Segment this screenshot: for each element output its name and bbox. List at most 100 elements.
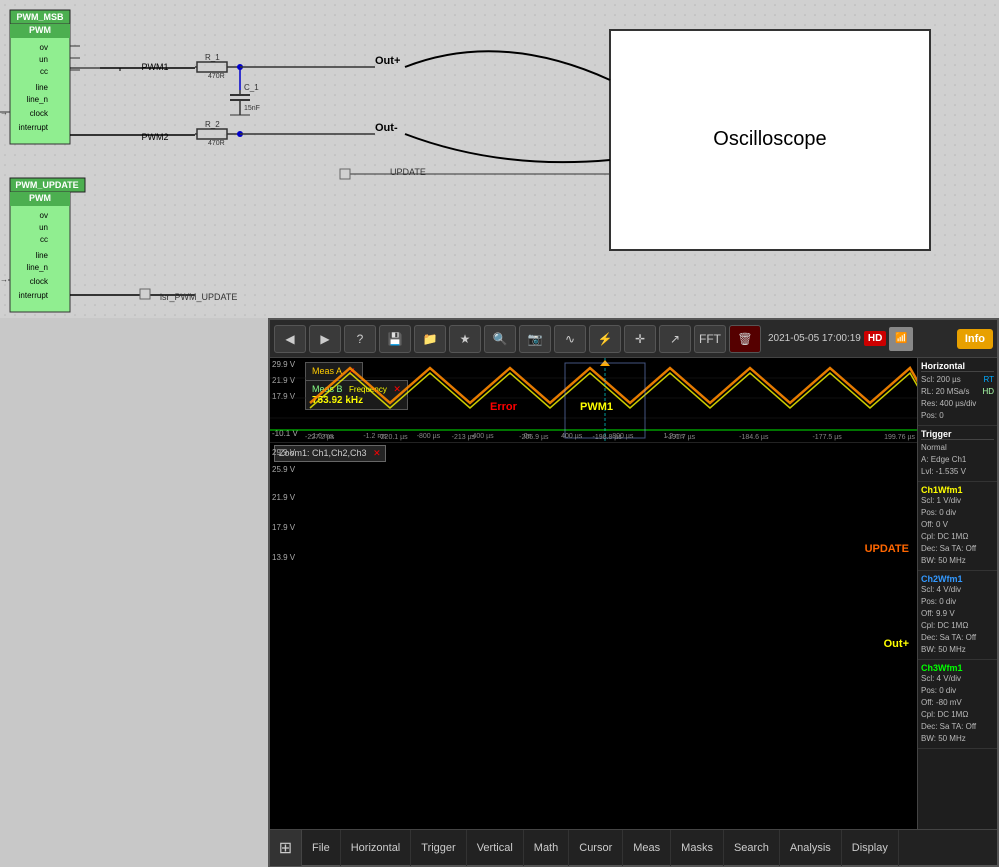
svg-text:cc: cc — [40, 67, 48, 76]
ch1-dec: Dec: Sa TA: Off — [921, 543, 994, 555]
svg-text:Out+: Out+ — [375, 55, 400, 67]
error-label: Error — [490, 401, 517, 413]
oscilloscope-panel: ◀ ▶ ? 💾 📁 ★ 🔍 📷 ∿ ⚡ ✛ ↗ FFT 🗑 2021-05-05… — [268, 318, 999, 867]
arrow-button[interactable]: ↗ — [659, 325, 691, 353]
v-label-3: 21.9 V — [272, 493, 295, 502]
svg-text:PWM_MSB: PWM_MSB — [17, 12, 65, 22]
back-button[interactable]: ◀ — [274, 325, 306, 353]
ch2-bw: BW: 50 MHz — [921, 644, 994, 656]
menu-trigger[interactable]: Trigger — [411, 830, 466, 866]
ch1-cpl: Cpl: DC 1MΩ — [921, 531, 994, 543]
svg-text:PWM: PWM — [29, 193, 51, 203]
svg-text:PWM_UPDATE: PWM_UPDATE — [15, 180, 78, 190]
cursor-button[interactable]: ✛ — [624, 325, 656, 353]
svg-text:PWM: PWM — [29, 25, 51, 35]
svg-text:un: un — [39, 223, 48, 232]
h-rl-row: RL: 20 MSa/s HD — [921, 386, 994, 398]
osc-toolbar: ◀ ▶ ? 💾 📁 ★ 🔍 📷 ∿ ⚡ ✛ ↗ FFT 🗑 2021-05-05… — [270, 320, 997, 358]
svg-text:PWM1: PWM1 — [142, 62, 169, 72]
svg-text:Oscilloscope: Oscilloscope — [713, 128, 826, 150]
ch3wfm-panel: Ch3Wfm1 Scl: 4 V/div Pos: 0 div Off: -80… — [918, 660, 997, 749]
menu-meas[interactable]: Meas — [623, 830, 671, 866]
folder-button[interactable]: 📁 — [414, 325, 446, 353]
delete-button[interactable]: 🗑 — [729, 325, 761, 353]
menu-math[interactable]: Math — [524, 830, 569, 866]
ch3-cpl: Cpl: DC 1MΩ — [921, 709, 994, 721]
ch1-pos: Pos: 0 div — [921, 507, 994, 519]
trigger-button[interactable]: ⚡ — [589, 325, 621, 353]
star-button[interactable]: ★ — [449, 325, 481, 353]
svg-text:isr_PWM_UPDATE: isr_PWM_UPDATE — [160, 292, 237, 302]
time-labels-bottom: -227.2 µs-220.1 µs-213 µs-205.9 µs-198.8… — [305, 434, 842, 441]
svg-text:R_1: R_1 — [205, 53, 220, 62]
ch3-pos: Pos: 0 div — [921, 685, 994, 697]
svg-text:interrupt: interrupt — [19, 291, 49, 300]
ch2wfm-panel: Ch2Wfm1 Scl: 4 V/div Pos: 0 div Off: 9.9… — [918, 571, 997, 660]
trig-level-row: Lvl: -1.535 V — [921, 466, 994, 478]
datetime-display: 2021-05-05 17:00:19 — [768, 333, 861, 345]
menu-vertical[interactable]: Vertical — [467, 830, 524, 866]
svg-text:Out-: Out- — [375, 122, 398, 134]
menu-search[interactable]: Search — [724, 830, 780, 866]
wave-button[interactable]: ∿ — [554, 325, 586, 353]
ch2-pos: Pos: 0 div — [921, 596, 994, 608]
menu-analysis[interactable]: Analysis — [780, 830, 842, 866]
osc-right-panel: Horizontal Scl: 200 µs RT RL: 20 MSa/s H… — [917, 358, 997, 829]
out-plus-label: Out+ — [884, 638, 909, 650]
signal-icon: 📶 — [889, 327, 913, 351]
schematic-area: PWM_MSB PWM ov un cc line line_n clock i… — [0, 0, 999, 318]
ch1-bw: BW: 50 MHz — [921, 555, 994, 567]
hd-badge: HD — [864, 331, 886, 346]
v-label-2: 25.9 V — [272, 465, 295, 474]
bottom-timestamp: 199.76 µs — [884, 434, 915, 441]
h-scl-row: Scl: 200 µs RT — [921, 374, 994, 386]
menu-cursor[interactable]: Cursor — [569, 830, 623, 866]
update-label: UPDATE — [865, 543, 909, 555]
trig-mode-row: Normal — [921, 442, 994, 454]
svg-text:PWM2: PWM2 — [142, 132, 169, 142]
svg-text:470R: 470R — [208, 73, 225, 80]
ch3-off: Off: -80 mV — [921, 697, 994, 709]
ch1-scl: Scl: 1 V/div — [921, 495, 994, 507]
menu-grid-icon[interactable]: ⊞ — [270, 830, 302, 866]
zoom-close[interactable]: ✕ — [373, 448, 381, 458]
menu-display[interactable]: Display — [842, 830, 899, 866]
v-label-1: 29.9 V — [272, 448, 295, 457]
svg-text:un: un — [39, 55, 48, 64]
horizontal-title: Horizontal — [921, 361, 994, 372]
svg-text:470R: 470R — [208, 140, 225, 147]
zoom-button[interactable]: 🔍 — [484, 325, 516, 353]
osc-display: 29.9 V 21.9 V 17.9 V -10.1 V Meas A ✕ Me… — [270, 358, 917, 829]
fft-button[interactable]: FFT — [694, 325, 726, 353]
svg-text:ov: ov — [40, 211, 48, 220]
menu-horizontal[interactable]: Horizontal — [341, 830, 412, 866]
trigger-panel: Trigger Normal A: Edge Ch1 Lvl: -1.535 V — [918, 426, 997, 482]
svg-text:line: line — [36, 83, 49, 92]
svg-text:clock: clock — [30, 109, 49, 118]
h-pos-row: Pos: 0 — [921, 410, 994, 422]
svg-text:clock: clock — [30, 277, 49, 286]
svg-text:cc: cc — [40, 235, 48, 244]
forward-button[interactable]: ▶ — [309, 325, 341, 353]
ch1-off: Off: 0 V — [921, 519, 994, 531]
osc-main-area: 29.9 V 21.9 V 17.9 V -10.1 V Meas A ✕ Me… — [270, 358, 997, 829]
horizontal-panel: Horizontal Scl: 200 µs RT RL: 20 MSa/s H… — [918, 358, 997, 426]
svg-text:→: → — [0, 275, 8, 284]
ch2wfm-title: Ch2Wfm1 — [921, 574, 994, 584]
svg-text:→: → — [0, 108, 8, 117]
camera-button[interactable]: 📷 — [519, 325, 551, 353]
help-button[interactable]: ? — [344, 325, 376, 353]
osc-menubar: ⊞ File Horizontal Trigger Vertical Math … — [270, 829, 997, 865]
ch3-dec: Dec: Sa TA: Off — [921, 721, 994, 733]
svg-text:line: line — [36, 251, 49, 260]
info-button[interactable]: Info — [957, 329, 993, 349]
svg-text:line_n: line_n — [27, 263, 48, 272]
ch2-scl: Scl: 4 V/div — [921, 584, 994, 596]
pwm1-label: PWM1 — [580, 401, 613, 413]
ch3-bw: BW: 50 MHz — [921, 733, 994, 745]
h-res-row: Res: 400 µs/div — [921, 398, 994, 410]
menu-masks[interactable]: Masks — [671, 830, 724, 866]
save-button[interactable]: 💾 — [379, 325, 411, 353]
menu-file[interactable]: File — [302, 830, 341, 866]
svg-text:ov: ov — [40, 43, 48, 52]
